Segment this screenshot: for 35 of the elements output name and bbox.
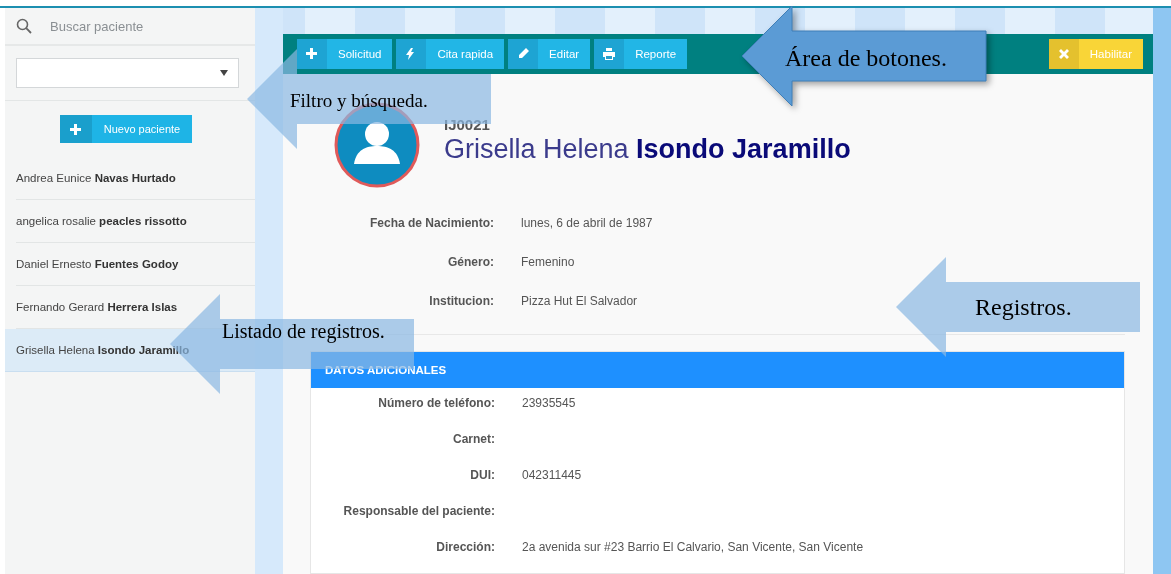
close-icon [1058,49,1069,59]
toolbar-button[interactable]: Reporte [594,39,688,69]
filter-dropdown[interactable] [16,58,239,88]
toolbar-button[interactable]: Solicitud [297,39,393,69]
field-value: lunes, 6 de abril de 1987 [521,216,654,230]
callout-label: Filtro y búsqueda. [290,90,428,112]
field-label: Fecha de Nacimiento: [368,216,494,230]
plus-icon [306,48,318,60]
printer-icon [603,48,616,60]
field-label: Carnet: [452,432,495,446]
field-value: 2a avenida sur #23 Barrio El Calvario, San Vicente, San Vicente [522,540,865,554]
field-label: Número de teléfono: [377,396,495,410]
plus-icon [70,123,82,135]
search-icon [16,18,32,34]
search-field[interactable]: Buscar paciente [48,17,232,35]
patient-name: Grisella Helena Isondo Jaramillo [444,134,851,164]
field-value: Pizza Hut El Salvador [521,294,639,308]
field-label: DUI: [469,468,495,482]
field-label: Dirección: [435,540,495,554]
pencil-icon [517,48,530,60]
callout-label: Registros. [975,294,1072,320]
field-value: Femenino [521,255,576,269]
enable-button[interactable]: Habilitar [1048,39,1143,69]
card-header: DATOS ADICIONALES [311,352,1124,388]
field-label: Género: [447,255,494,269]
toolbar-button[interactable]: Editar [508,39,591,69]
patient-code: IJ0021 [444,117,490,133]
field-label: Responsable del paciente: [342,504,495,518]
toolbar-button[interactable]: Cita rapida [396,39,505,69]
field-label: Institucion: [428,294,494,308]
callout-label: Área de botones. [785,45,947,71]
new-patient-button[interactable]: Nuevo paciente [59,115,193,143]
field-value: 042311445 [522,468,583,482]
field-value: 23935545 [522,396,577,410]
caret-icon [220,70,228,76]
